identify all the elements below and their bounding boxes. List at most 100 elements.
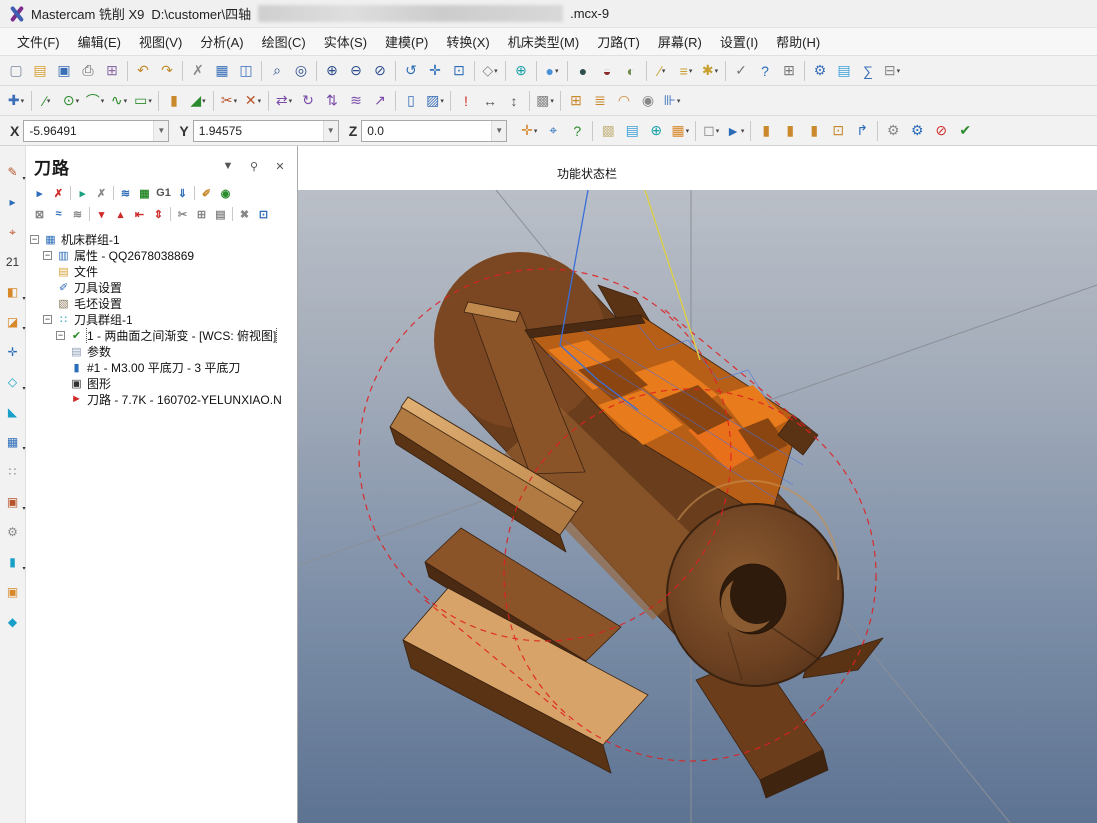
gear-config-icon[interactable]: ⚙ bbox=[881, 119, 905, 143]
undo-icon[interactable]: ↶ bbox=[131, 59, 155, 83]
toolpath-display-toggle-icon[interactable]: ≈ bbox=[49, 205, 68, 223]
table-grid-icon[interactable]: ⊞ bbox=[564, 89, 588, 113]
tree-item-toolpath-file[interactable]: ►刀路 - 7.7K - 160702-YELUNXIAO.N bbox=[26, 391, 297, 407]
menu-settings[interactable]: 设置(I) bbox=[711, 28, 767, 55]
layout-icon[interactable]: ⊟▾ bbox=[880, 59, 904, 83]
grid-params-icon[interactable]: ⊞ bbox=[777, 59, 801, 83]
open-file-icon[interactable]: ▤ bbox=[28, 59, 52, 83]
help-icon[interactable]: ? bbox=[753, 59, 777, 83]
cut-operation-icon[interactable]: ✂ bbox=[173, 205, 192, 223]
box-gold-icon[interactable]: ▣ bbox=[3, 582, 23, 602]
screen-capture-icon[interactable]: ⊞ bbox=[100, 59, 124, 83]
clipboard-paste-icon[interactable]: ▤ bbox=[620, 119, 644, 143]
solid-extrude-icon[interactable]: ▯ bbox=[399, 89, 423, 113]
toolpath-edit-icon[interactable]: ✐ bbox=[197, 184, 216, 202]
menu-analyze[interactable]: 分析(A) bbox=[191, 28, 252, 55]
create-fillet-icon[interactable]: ⌒▾ bbox=[83, 89, 107, 113]
tree-expander-icon[interactable]: − bbox=[30, 235, 39, 244]
zoom-in-icon[interactable]: ⊕ bbox=[320, 59, 344, 83]
menu-toolpaths[interactable]: 刀路(T) bbox=[588, 28, 649, 55]
post-toggle-icon[interactable]: ≋ bbox=[68, 205, 87, 223]
solid-select-back-icon[interactable]: ⊡ bbox=[826, 119, 850, 143]
ribbon-help-icon[interactable]: ? bbox=[565, 119, 589, 143]
menu-machine-type[interactable]: 机床类型(M) bbox=[499, 28, 589, 55]
xform-translate-icon[interactable]: ⇄▾ bbox=[272, 89, 296, 113]
tree-item-files[interactable]: ▤文件 bbox=[26, 263, 297, 279]
move-down-icon[interactable]: ▾ bbox=[92, 205, 111, 223]
regen-all-icon[interactable]: ✗ bbox=[92, 184, 111, 202]
feed-speed-icon[interactable]: ⇓ bbox=[173, 184, 192, 202]
select-cursor-icon[interactable]: ►▾ bbox=[723, 119, 747, 143]
zoom-out-icon[interactable]: ⊖ bbox=[344, 59, 368, 83]
cube-top-icon[interactable]: ◧▾ bbox=[3, 282, 23, 302]
new-file-icon[interactable]: ▢ bbox=[4, 59, 28, 83]
diamond-mini-icon[interactable]: ◆ bbox=[3, 612, 23, 632]
panel-help-icon[interactable]: ◉ bbox=[216, 184, 235, 202]
panel-pin-icon[interactable]: ⚲ bbox=[247, 160, 261, 173]
fit-screen-icon[interactable]: ⊡ bbox=[447, 59, 471, 83]
solid-select-body-icon[interactable]: ▮ bbox=[778, 119, 802, 143]
x-coordinate-input[interactable]: -5.96491 ▼ bbox=[23, 120, 169, 142]
create-chamfer-icon[interactable]: ◢▾ bbox=[186, 89, 210, 113]
graphics-viewport[interactable] bbox=[298, 190, 1097, 823]
copy-operation-icon[interactable]: ⊞ bbox=[192, 205, 211, 223]
world-xy-icon[interactable]: ⊕ bbox=[644, 119, 668, 143]
autocursor-icon[interactable]: ✛▾ bbox=[517, 119, 541, 143]
create-line-icon[interactable]: ∕▾ bbox=[35, 89, 59, 113]
dim-height-icon[interactable]: ↕ bbox=[502, 89, 526, 113]
tree-item-stock-setup[interactable]: ▧毛坯设置 bbox=[26, 295, 297, 311]
tree-item-tool[interactable]: ▮#1 - M3.00 平底刀 - 3 平底刀 bbox=[26, 359, 297, 375]
gears-icon[interactable]: ⚙ bbox=[808, 59, 832, 83]
gview-mini-icon[interactable]: ◣ bbox=[3, 402, 23, 422]
raster-image-icon[interactable]: ▩ bbox=[596, 119, 620, 143]
cube-iso-icon[interactable]: ◪▾ bbox=[3, 312, 23, 332]
verify-icon[interactable]: ▦ bbox=[135, 184, 154, 202]
tree-item-operation-1[interactable]: −✔1 - 两曲面之间渐变 - [WCS: 俯视图] bbox=[26, 327, 297, 343]
dynamic-rotate-icon[interactable]: ↺ bbox=[399, 59, 423, 83]
panel-collapse-icon[interactable]: ▼ bbox=[221, 160, 235, 173]
select-last-icon[interactable]: ↱ bbox=[850, 119, 874, 143]
xform-rotate-icon[interactable]: ↻ bbox=[296, 89, 320, 113]
xform-offset-icon[interactable]: ≋ bbox=[344, 89, 368, 113]
note-exclaim-icon[interactable]: ! bbox=[454, 89, 478, 113]
zoom-target-icon[interactable]: ◎ bbox=[289, 59, 313, 83]
level-badge[interactable]: 21 bbox=[3, 252, 23, 272]
shading-gold-icon[interactable]: ◠ bbox=[612, 89, 636, 113]
menu-solids[interactable]: 实体(S) bbox=[315, 28, 376, 55]
menu-xform[interactable]: 转换(X) bbox=[437, 28, 498, 55]
grid-snap-icon[interactable]: ▦▾ bbox=[668, 119, 692, 143]
repaint-icon[interactable]: ▦ bbox=[210, 59, 234, 83]
tree-item-geometry[interactable]: ▣图形 bbox=[26, 375, 297, 391]
create-cylinder-icon[interactable]: ▮ bbox=[162, 89, 186, 113]
menu-file[interactable]: 文件(F) bbox=[8, 28, 69, 55]
analyze-mini-icon[interactable]: ⌖ bbox=[3, 222, 23, 242]
plane-mini-icon[interactable]: ◇▾ bbox=[3, 372, 23, 392]
trash-icon[interactable]: ✖ bbox=[235, 205, 254, 223]
line-width-icon[interactable]: ≡▾ bbox=[674, 59, 698, 83]
lock-operation-icon[interactable]: ⊠ bbox=[30, 205, 49, 223]
clipboard-icon[interactable]: ▤ bbox=[832, 59, 856, 83]
prohibit-icon[interactable]: ⊘ bbox=[929, 119, 953, 143]
select-all-operations-icon[interactable]: ▸ bbox=[30, 184, 49, 202]
save-icon[interactable]: ▣ bbox=[52, 59, 76, 83]
z-coordinate-input[interactable]: 0.0 ▼ bbox=[361, 120, 507, 142]
zoom-window-icon[interactable]: ⌕ bbox=[265, 59, 289, 83]
viewport-3d-canvas[interactable] bbox=[298, 190, 1097, 823]
xform-scale-icon[interactable]: ↗ bbox=[368, 89, 392, 113]
blank-entity-icon[interactable]: ◫ bbox=[234, 59, 258, 83]
trim-break-icon[interactable]: ✂▾ bbox=[217, 89, 241, 113]
menu-help[interactable]: 帮助(H) bbox=[767, 28, 829, 55]
tree-expander-icon[interactable]: − bbox=[56, 331, 65, 340]
levels-manager-icon[interactable]: ≣ bbox=[588, 89, 612, 113]
scroll-insert-icon[interactable]: ⇕ bbox=[149, 205, 168, 223]
backplot-icon[interactable]: ≋ bbox=[116, 184, 135, 202]
impeller-model[interactable] bbox=[390, 252, 883, 798]
solid-select-face-icon[interactable]: ▮ bbox=[754, 119, 778, 143]
attributes-icon[interactable]: ⊪▾ bbox=[660, 89, 684, 113]
line-style-icon[interactable]: ∕▾ bbox=[650, 59, 674, 83]
join-entities-icon[interactable]: ✕▾ bbox=[241, 89, 265, 113]
menu-create[interactable]: 绘图(C) bbox=[253, 28, 315, 55]
move-up-icon[interactable]: ▴ bbox=[111, 205, 130, 223]
create-rectangle-icon[interactable]: ▭▾ bbox=[131, 89, 155, 113]
create-spline-icon[interactable]: ∿▾ bbox=[107, 89, 131, 113]
